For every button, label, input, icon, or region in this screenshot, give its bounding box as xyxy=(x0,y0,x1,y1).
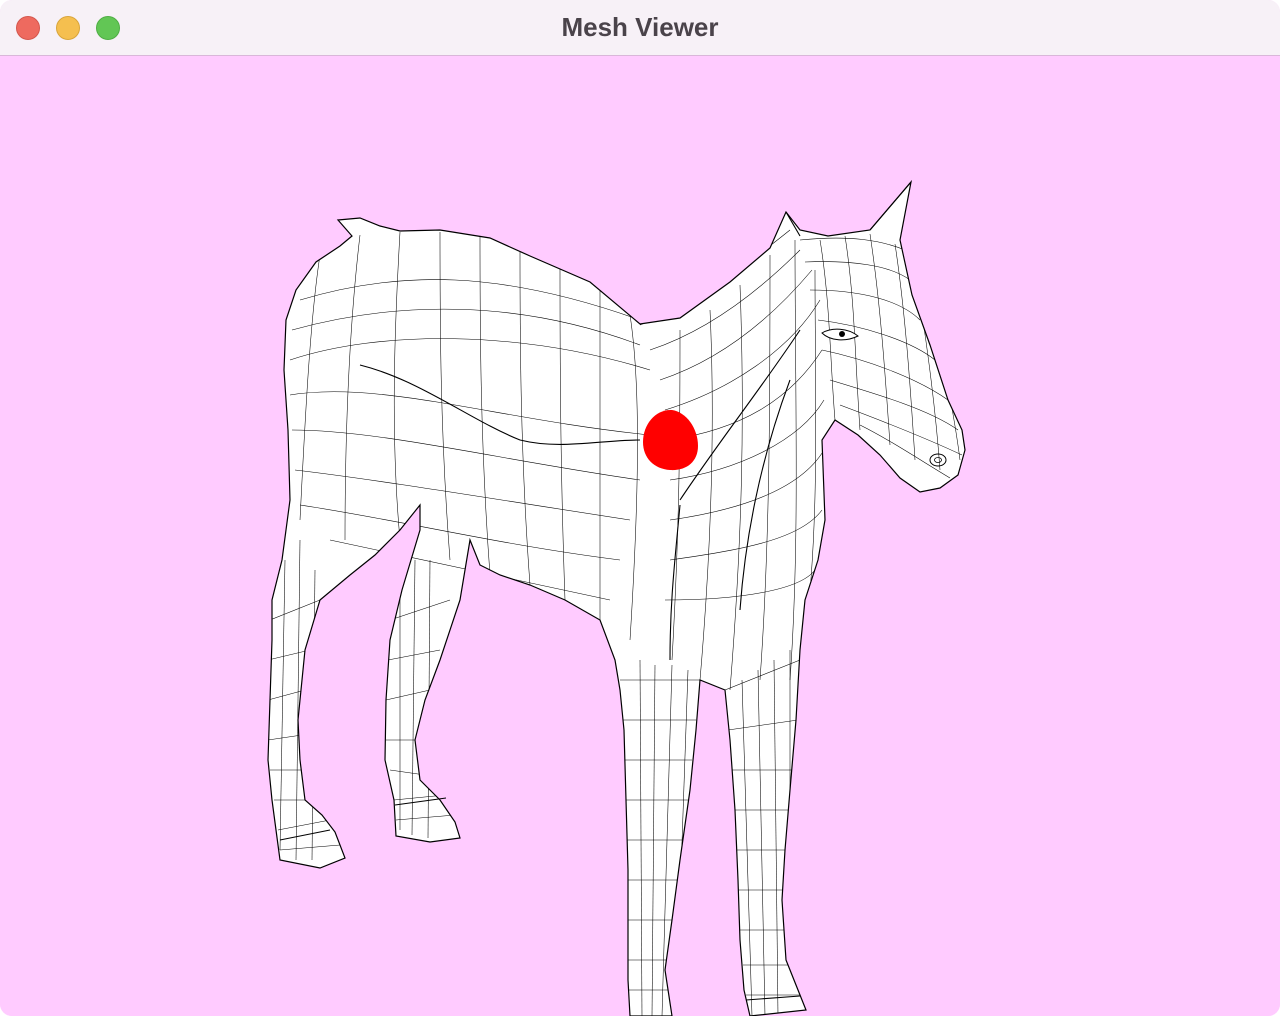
3d-viewport[interactable] xyxy=(0,57,1280,1016)
app-window: Mesh Viewer xyxy=(0,0,1280,1016)
mesh-canvas[interactable] xyxy=(0,57,1280,1016)
window-title: Mesh Viewer xyxy=(561,12,719,42)
horse-mesh[interactable] xyxy=(267,179,966,1016)
title-bar[interactable]: Mesh Viewer xyxy=(0,0,1280,56)
